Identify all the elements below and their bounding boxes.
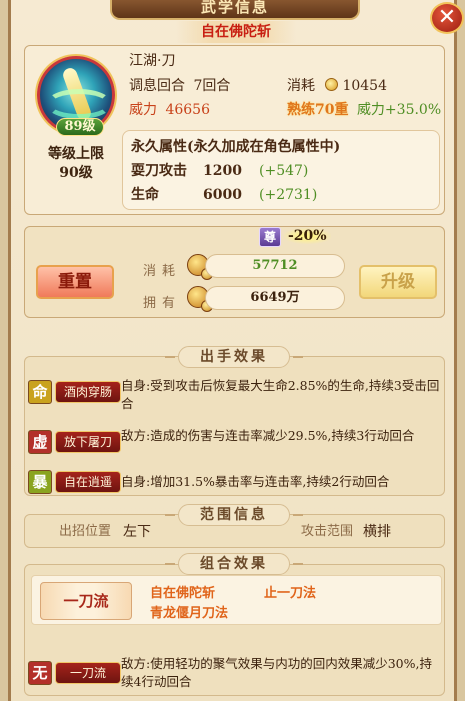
level-cap-value: 90级 bbox=[59, 165, 93, 181]
permanent-title: 永久属性(永久加成在角色属性中) bbox=[131, 139, 341, 155]
swirl-effect bbox=[46, 89, 112, 119]
attr-label: 耍刀攻击 bbox=[131, 163, 187, 179]
upgrade-panel: 尊 -20% 重置 消耗 57712 拥有 6649万 升级 bbox=[24, 226, 445, 318]
effect-text: 敌方:造成的伤害与连击率减少29.5%,持续3行动回合 bbox=[121, 428, 415, 443]
power-value: 46656 bbox=[165, 102, 210, 118]
combo-skill: 青龙偃月刀法 bbox=[150, 606, 229, 621]
combo-skill: 止一刀法 bbox=[264, 586, 317, 601]
cost-value: 10454 bbox=[342, 78, 387, 94]
combo-set: 一刀流 自在佛陀斩 止一刀法 青龙偃月刀法 bbox=[31, 575, 442, 625]
coin-icon bbox=[325, 78, 339, 91]
attr-bonus: (+2731) bbox=[259, 187, 318, 203]
effect-icon: 无 bbox=[28, 661, 52, 685]
effects-title: 出手效果 bbox=[165, 346, 303, 368]
close-button[interactable]: ✕ bbox=[430, 2, 464, 34]
own-row-label: 拥有 bbox=[143, 296, 182, 311]
cost-label: 消耗 bbox=[287, 78, 315, 94]
skill-name: 自在佛陀斩 bbox=[176, 21, 296, 43]
upgrade-button[interactable]: 升级 bbox=[359, 265, 437, 299]
effect-tag: 自在逍遥 bbox=[55, 471, 121, 493]
effect-icon: 命 bbox=[28, 380, 52, 404]
level-badge: 89级 bbox=[56, 118, 104, 136]
range-title: 范围信息 bbox=[165, 504, 303, 526]
power-row: 威力 46656 bbox=[129, 101, 210, 119]
attr-bonus: (+547) bbox=[259, 163, 309, 179]
attack-range-label: 攻击范围 bbox=[301, 524, 354, 539]
effect-tag: 一刀流 bbox=[55, 662, 121, 684]
honor-tag: 尊 bbox=[259, 227, 281, 247]
reset-button[interactable]: 重置 bbox=[36, 265, 114, 299]
adjust-value: 7回合 bbox=[193, 78, 231, 94]
position-label: 出招位置 bbox=[59, 524, 112, 539]
discount-label: -20% bbox=[284, 228, 331, 244]
effect-icon: 虚 bbox=[28, 430, 52, 454]
effect-tag: 放下屠刀 bbox=[55, 431, 121, 453]
attack-range-value: 横排 bbox=[363, 524, 391, 540]
combo-card[interactable]: 一刀流 bbox=[40, 582, 132, 620]
effect-text: 敌方:使用轻功的聚气效果与内功的回内效果减少30%,持续4行动回合 bbox=[121, 656, 432, 689]
permanent-attributes: 永久属性(永久加成在角色属性中) 耍刀攻击 1200 (+547) 生命 600… bbox=[122, 130, 440, 210]
combo-section: 一刀流 自在佛陀斩 止一刀法 青龙偃月刀法 无 一刀流 敌方:使用轻功的聚气效果… bbox=[24, 564, 445, 696]
level-cap-label: 等级上限 bbox=[48, 146, 104, 162]
adjust-label: 调息回合 bbox=[129, 78, 185, 94]
combo-title: 组合效果 bbox=[165, 553, 303, 575]
effect-tag: 酒肉穿肠 bbox=[55, 381, 121, 403]
cost-row-value: 57712 bbox=[205, 254, 345, 278]
attr-label: 生命 bbox=[131, 187, 159, 203]
power-label: 威力 bbox=[129, 102, 157, 118]
cost-row-label: 消耗 bbox=[143, 264, 182, 279]
skill-summary-panel: 89级 等级上限 90级 江湖·刀 调息回合 7回合 消耗 10454 威力 4… bbox=[24, 45, 445, 215]
effect-text: 自身:增加31.5%暴击率与连击率,持续2行动回合 bbox=[121, 474, 390, 489]
mastery-tag: 熟练70重 bbox=[287, 102, 349, 118]
effects-section: 命 酒肉穿肠 自身:受到攻击后恢复最大生命2.85%的生命,持续3受击回合 虚 … bbox=[24, 356, 445, 496]
level-cap: 等级上限 90级 bbox=[35, 145, 117, 183]
combo-skill: 自在佛陀斩 bbox=[150, 586, 216, 601]
adjust-row: 调息回合 7回合 bbox=[129, 77, 230, 95]
skill-category: 江湖·刀 bbox=[129, 53, 176, 69]
effect-text: 自身:受到攻击后恢复最大生命2.85%的生命,持续3受击回合 bbox=[121, 378, 440, 411]
effect-icon: 暴 bbox=[28, 470, 52, 494]
cost-row: 消耗 10454 bbox=[287, 77, 387, 95]
attr-value: 6000 bbox=[203, 187, 242, 203]
mastery-row: 熟练70重 威力+35.0% bbox=[287, 101, 441, 119]
own-row-value: 6649万 bbox=[205, 286, 345, 310]
position-value: 左下 bbox=[123, 524, 151, 540]
power-bonus: 威力+35.0% bbox=[356, 102, 442, 118]
attr-value: 1200 bbox=[203, 163, 242, 179]
window-title: 武学信息 bbox=[110, 0, 360, 20]
